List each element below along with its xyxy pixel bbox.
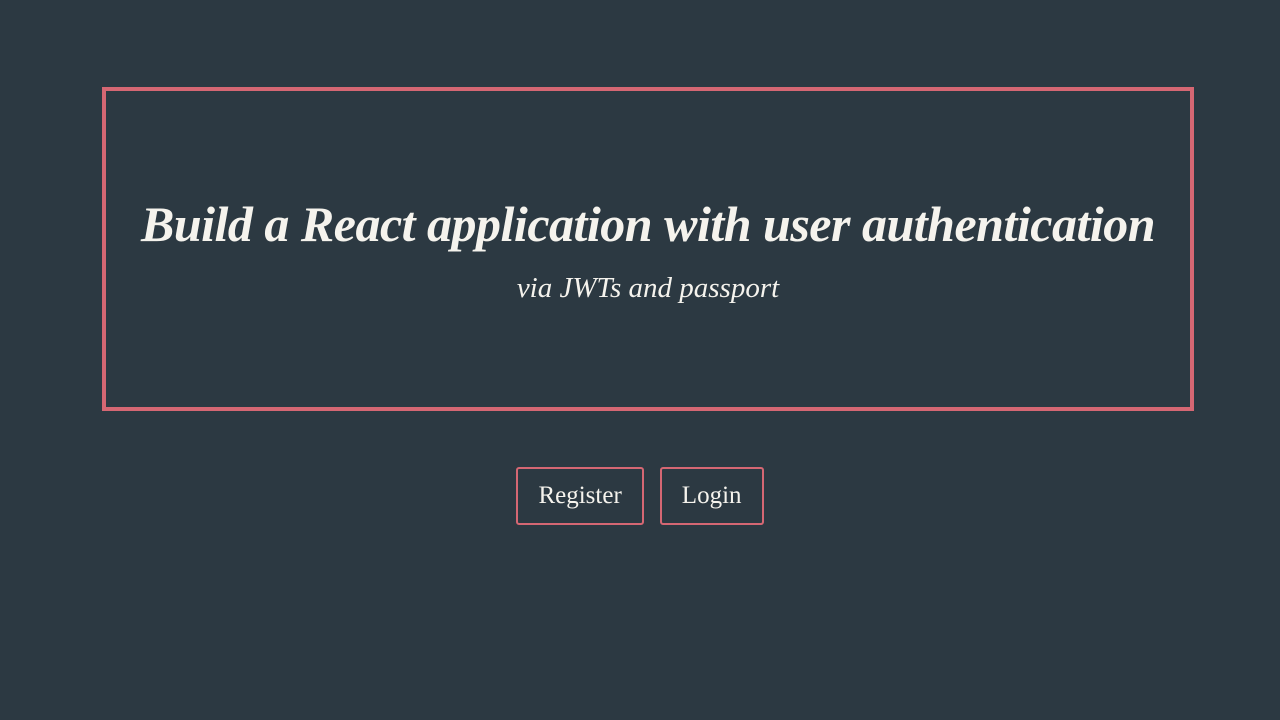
login-button[interactable]: Login — [660, 467, 764, 525]
button-row: Register Login — [0, 467, 1280, 525]
hero-title: Build a React application with user auth… — [141, 194, 1155, 254]
hero-box: Build a React application with user auth… — [102, 87, 1194, 411]
hero-subtitle: via JWTs and passport — [517, 272, 779, 305]
register-button[interactable]: Register — [516, 467, 643, 525]
